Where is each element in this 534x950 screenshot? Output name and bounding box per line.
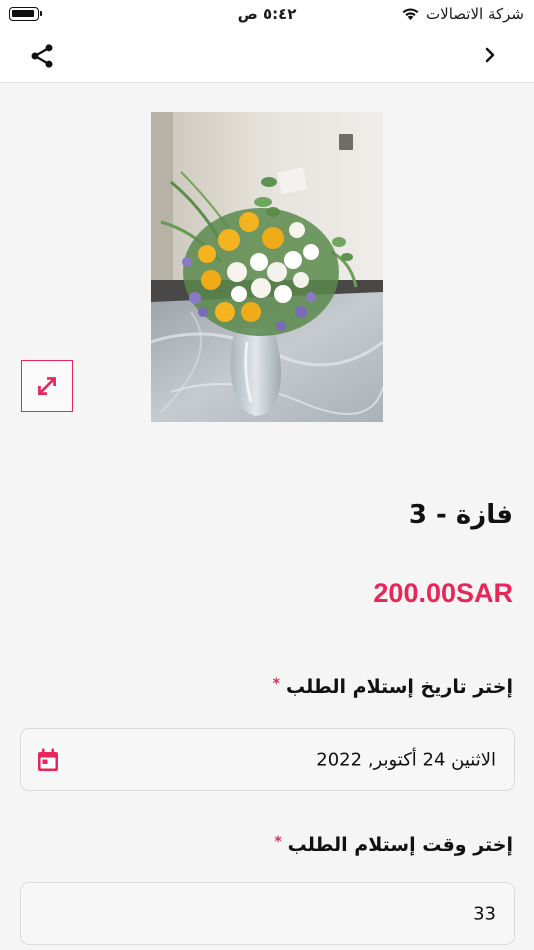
product-title: فازة - 3 [408, 500, 513, 530]
chevron-right-icon [485, 47, 495, 63]
flower-vase-photo [151, 112, 383, 422]
delivery-time-label-text: إختر وقت إستلام الطلب [287, 834, 513, 856]
delivery-time-picker[interactable]: 33 [20, 882, 515, 945]
delivery-date-picker[interactable]: الاثنين 24 أكتوبر, 2022 [20, 728, 515, 791]
expand-icon [38, 377, 56, 395]
delivery-date-label: إختر تاريخ إستلام الطلب * [273, 676, 513, 698]
status-bar: ٥:٤٢ ص شركة الاتصالات [0, 0, 534, 28]
product-price: 200.00SAR [373, 578, 513, 608]
nav-bar [0, 28, 534, 83]
status-carrier-group: شركة الاتصالات [401, 5, 524, 23]
share-button[interactable] [26, 40, 58, 72]
wifi-icon [402, 8, 419, 21]
required-mark: * [272, 676, 280, 692]
product-image[interactable] [151, 112, 383, 422]
carrier-name: شركة الاتصالات [426, 5, 524, 23]
required-mark: * [274, 834, 282, 850]
delivery-date-value: الاثنين 24 أكتوبر, 2022 [316, 749, 496, 770]
back-button[interactable] [476, 41, 504, 69]
delivery-date-label-text: إختر تاريخ إستلام الطلب [286, 676, 513, 698]
delivery-time-label: إختر وقت إستلام الطلب * [274, 834, 513, 856]
delivery-time-value: 33 [473, 903, 496, 924]
expand-image-button[interactable] [21, 360, 73, 412]
share-icon [31, 44, 53, 68]
calendar-icon [38, 748, 58, 771]
